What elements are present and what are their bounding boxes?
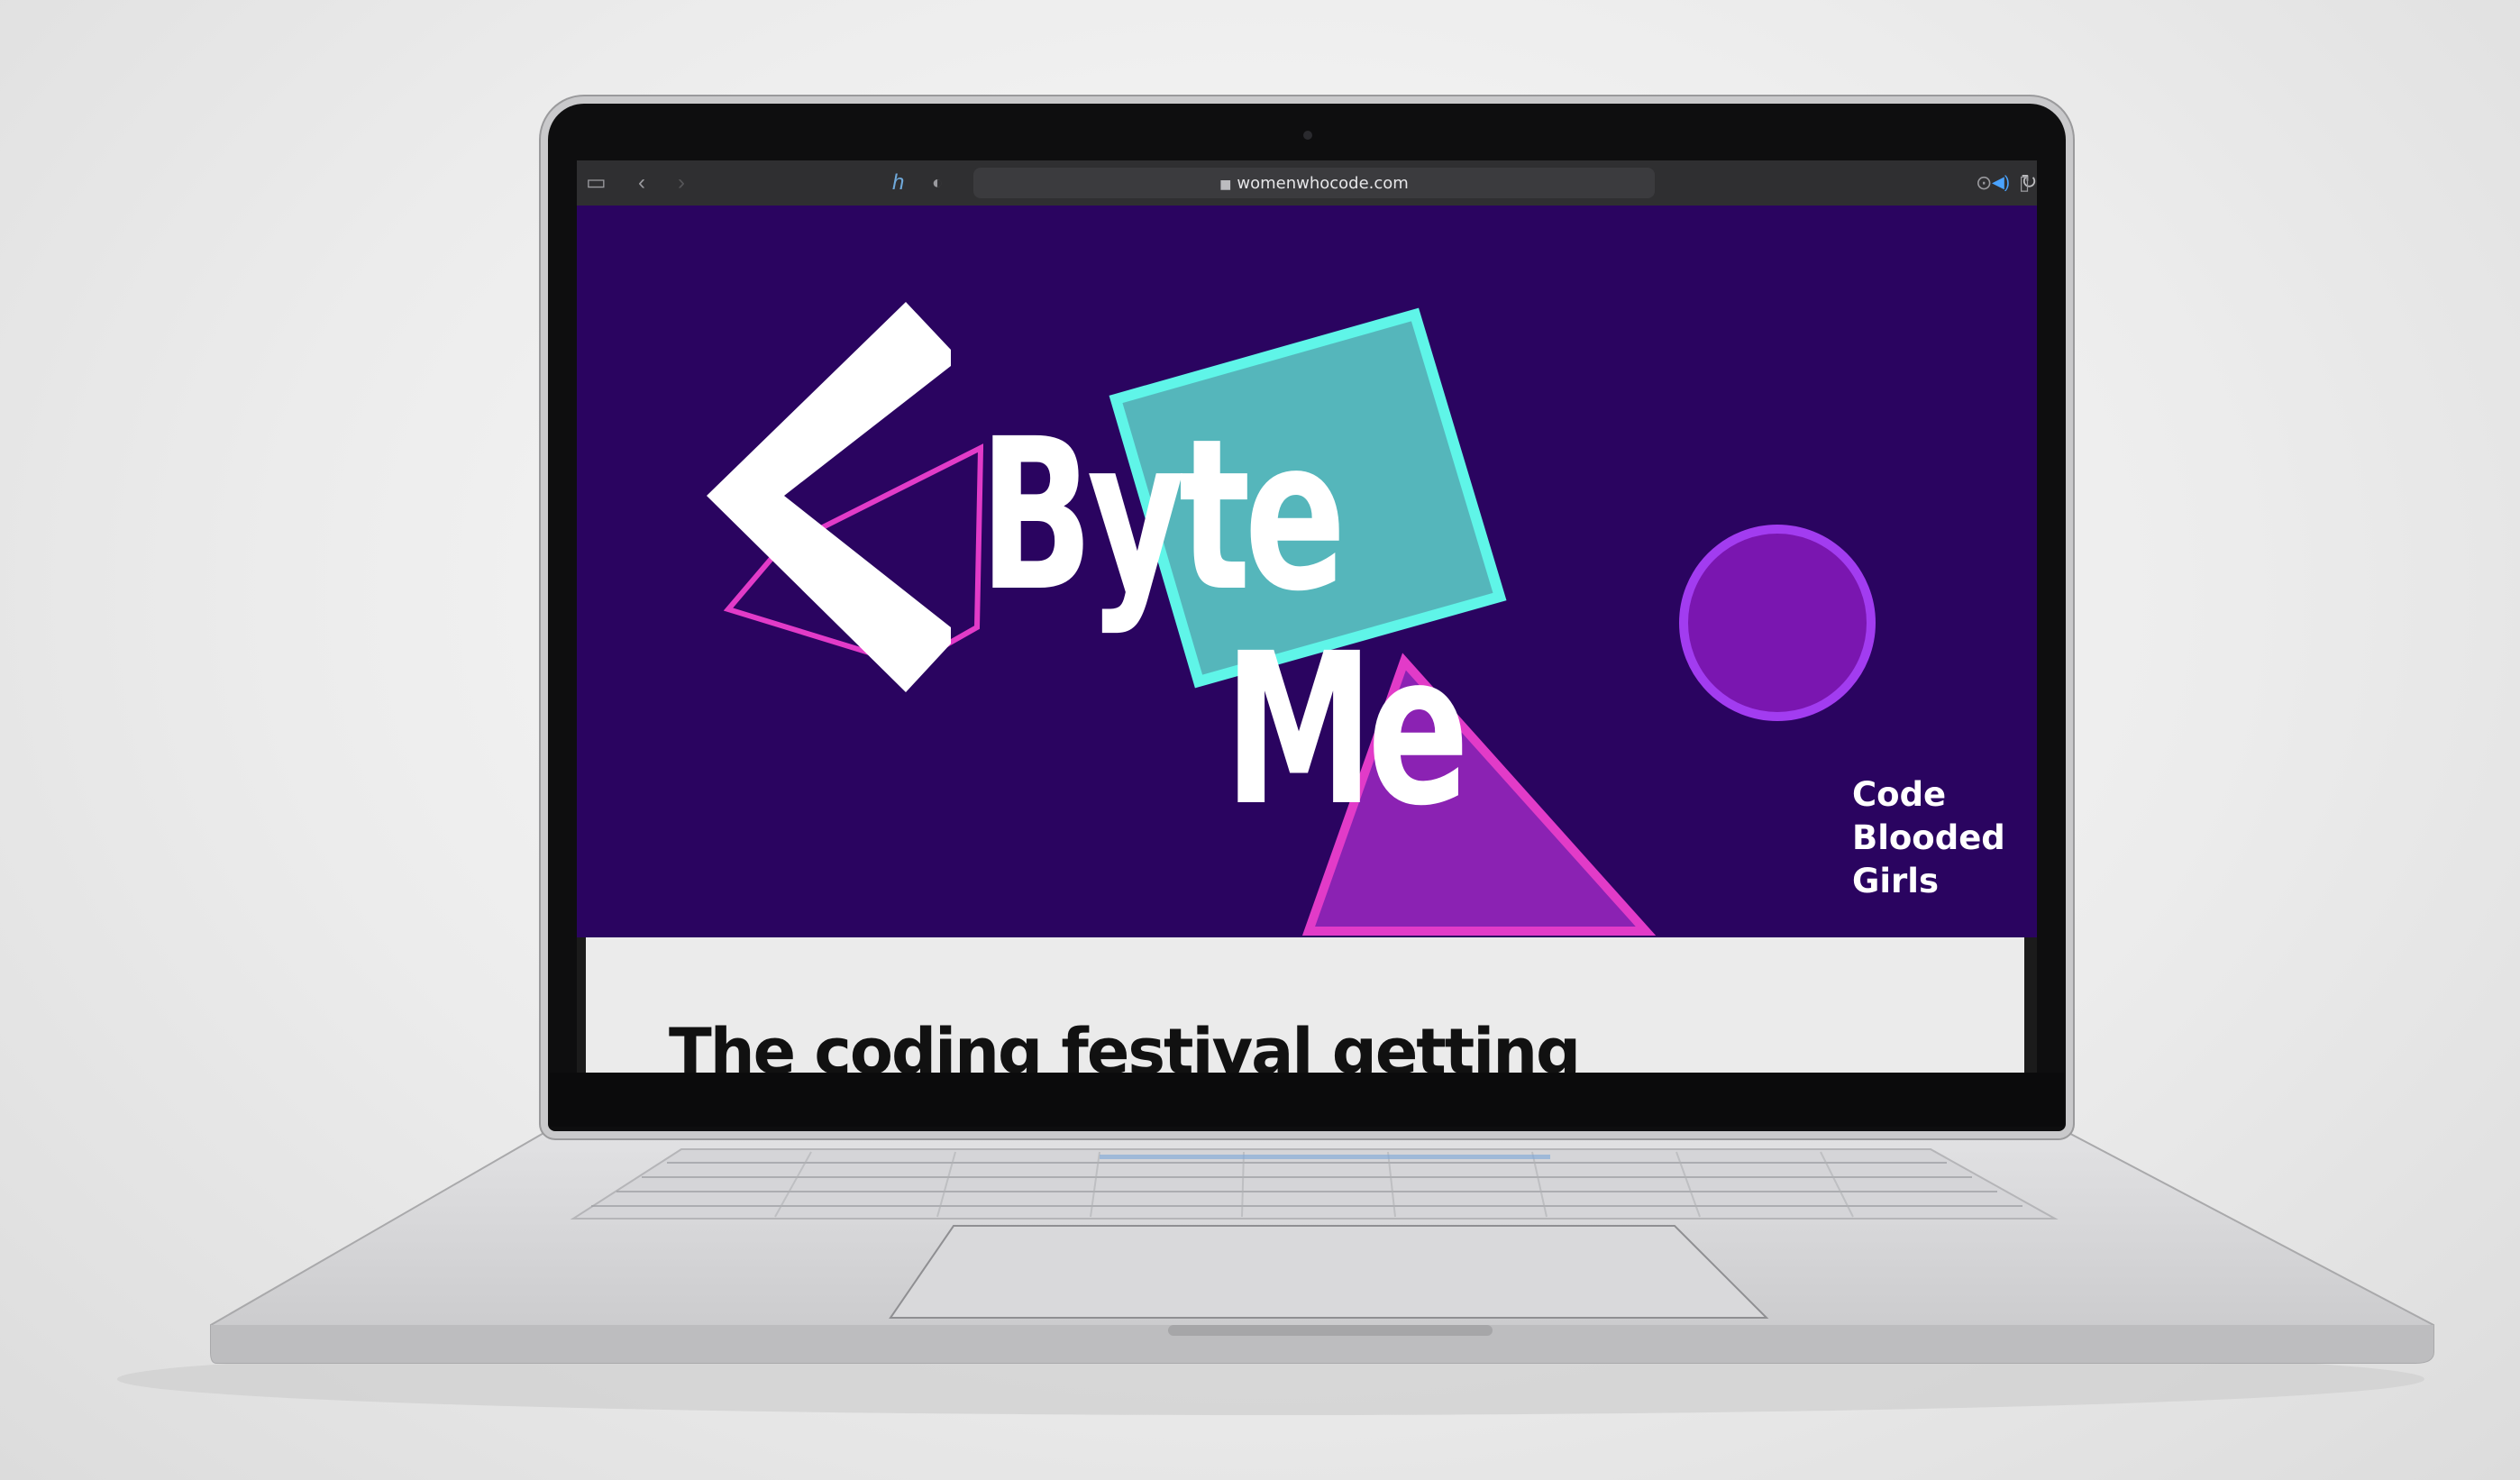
- honey-extension-icon[interactable]: h: [892, 171, 904, 195]
- violet-circle: [1679, 525, 1876, 721]
- tagline-line: Code: [1852, 775, 1947, 814]
- url-text: womenwhocode.com: [1237, 174, 1409, 193]
- download-icon[interactable]: ⊙: [1976, 171, 1992, 195]
- hero-title-me: Me: [1224, 608, 1469, 852]
- article-headline: The coding festival getting: [669, 1015, 1581, 1073]
- browser-toolbar: ▭ ‹ › h ◐ ■ womenwhocode.com ◀) ↻ ⊙ ▯: [577, 160, 2037, 206]
- lock-icon: ■: [1219, 178, 1232, 192]
- hero-banner: Byte Me Code Blooded Girls: [577, 206, 2037, 937]
- code-bracket-chevron-icon: [707, 302, 951, 692]
- sidebar-icon[interactable]: ▭: [586, 171, 607, 195]
- share-icon[interactable]: ▯: [2019, 171, 2030, 195]
- hero-title-byte: Byte: [979, 394, 1347, 637]
- back-icon[interactable]: ‹: [638, 171, 645, 195]
- tagline-line: Blooded: [1852, 818, 2005, 857]
- hero-tagline: Code Blooded Girls: [1852, 773, 2005, 903]
- screen-bottom-bezel: [550, 1073, 2064, 1127]
- laptop-screen: ▭ ‹ › h ◐ ■ womenwhocode.com ◀) ↻ ⊙ ▯ By…: [577, 160, 2037, 1073]
- content-section: The coding festival getting: [577, 937, 2037, 1073]
- tagline-line: Girls: [1852, 862, 1940, 900]
- audio-icon[interactable]: ◀): [1992, 173, 2010, 192]
- content-panel: The coding festival getting: [586, 937, 2024, 1073]
- address-bar[interactable]: ■ womenwhocode.com ◀) ↻: [973, 168, 2037, 198]
- laptop-scene: ▭ ‹ › h ◐ ■ womenwhocode.com ◀) ↻ ⊙ ▯ By…: [0, 0, 2520, 1480]
- privacy-shield-icon[interactable]: ◐: [932, 171, 943, 195]
- camera-icon: [1303, 131, 1312, 140]
- forward-icon[interactable]: ›: [678, 171, 685, 195]
